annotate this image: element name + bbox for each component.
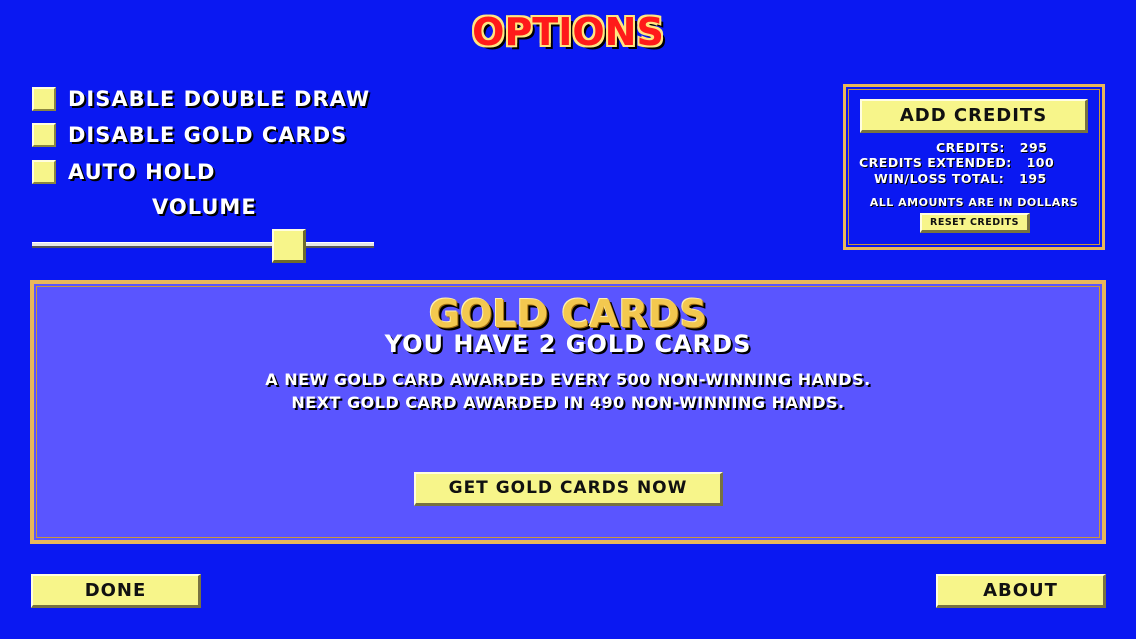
gold-cards-count: YOU HAVE 2 GOLD CARDS xyxy=(384,330,752,358)
disable-double-draw-label[interactable]: DISABLE DOUBLE DRAW xyxy=(68,87,370,111)
credits-extended-label: CREDITS EXTENDED: xyxy=(859,155,1012,170)
volume-slider-thumb[interactable] xyxy=(272,229,306,263)
credits-row: CREDITS: 295 xyxy=(936,140,1047,155)
credits-label: CREDITS: xyxy=(936,140,1005,155)
disable-gold-cards-label[interactable]: DISABLE GOLD CARDS xyxy=(68,123,347,147)
option-auto-hold[interactable]: AUTO HOLD xyxy=(32,158,215,186)
gold-cards-info-line-2: NEXT GOLD CARD AWARDED IN 490 NON-WINNIN… xyxy=(291,393,845,412)
reset-credits-button[interactable]: RESET CREDITS xyxy=(920,213,1030,233)
disable-gold-cards-checkbox[interactable] xyxy=(32,123,56,147)
auto-hold-label[interactable]: AUTO HOLD xyxy=(68,160,215,184)
credits-value: 295 xyxy=(1019,140,1048,155)
page-title: OPTIONS xyxy=(472,10,664,54)
win-loss-row: WIN/LOSS TOTAL: 195 xyxy=(874,171,1047,186)
get-gold-cards-button[interactable]: GET GOLD CARDS NOW xyxy=(414,472,723,506)
about-button[interactable]: ABOUT xyxy=(936,574,1106,608)
done-button[interactable]: DONE xyxy=(31,574,201,608)
volume-slider-track[interactable] xyxy=(32,242,374,248)
win-loss-label: WIN/LOSS TOTAL: xyxy=(874,171,1005,186)
add-credits-button[interactable]: ADD CREDITS xyxy=(860,99,1088,133)
disable-double-draw-checkbox[interactable] xyxy=(32,87,56,111)
option-disable-gold-cards[interactable]: DISABLE GOLD CARDS xyxy=(32,121,347,149)
volume-label: VOLUME xyxy=(152,195,257,219)
option-disable-double-draw[interactable]: DISABLE DOUBLE DRAW xyxy=(32,85,370,113)
credits-note: ALL AMOUNTS ARE IN DOLLARS xyxy=(869,196,1079,209)
gold-cards-info-line-1: A NEW GOLD CARD AWARDED EVERY 500 NON-WI… xyxy=(265,370,871,389)
win-loss-value: 195 xyxy=(1019,171,1047,186)
credits-extended-value: 100 xyxy=(1026,155,1055,170)
auto-hold-checkbox[interactable] xyxy=(32,160,56,184)
credits-extended-row: CREDITS EXTENDED: 100 xyxy=(859,155,1054,170)
